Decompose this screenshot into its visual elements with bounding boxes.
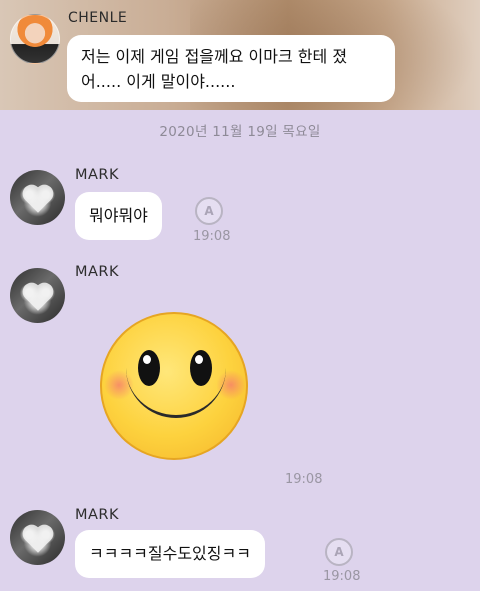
heart-hands-icon	[24, 526, 51, 553]
sender-name: MARK	[75, 264, 120, 280]
message-text-line: 저는 이제 게임 접을께요 이마크 한테 졌	[81, 47, 348, 66]
sender-name: MARK	[75, 167, 120, 183]
heart-hands-icon	[24, 284, 51, 311]
sender-name: CHENLE	[68, 10, 128, 26]
message-text-line: 어..... 이게 말이야......	[81, 72, 236, 91]
message-bubble[interactable]: 뭐야뭐야	[75, 192, 162, 240]
reaction-add-icon[interactable]: A	[195, 197, 223, 225]
heart-hands-icon	[24, 186, 51, 213]
message-bubble[interactable]: ㅋㅋㅋㅋ질수도있징ㅋㅋ	[75, 530, 265, 578]
sender-name: MARK	[75, 507, 120, 523]
avatar-mark[interactable]	[10, 170, 65, 225]
reaction-add-icon[interactable]: A	[325, 538, 353, 566]
message-time: 19:08	[193, 229, 231, 244]
avatar-chenle[interactable]	[10, 14, 60, 64]
message-bubble[interactable]: 저는 이제 게임 접을께요 이마크 한테 졌 어..... 이게 말이야....…	[67, 35, 395, 102]
avatar-mark[interactable]	[10, 268, 65, 323]
pinned-message-banner[interactable]: CHENLE 저는 이제 게임 접을께요 이마크 한테 졌 어..... 이게 …	[0, 0, 480, 110]
smile-mouth	[126, 356, 226, 418]
message-time: 19:08	[285, 472, 323, 487]
avatar-mark[interactable]	[10, 510, 65, 565]
smiling-face-emoticon[interactable]	[100, 312, 248, 460]
message-time: 19:08	[323, 569, 361, 584]
date-divider: 2020년 11월 19일 목요일	[159, 124, 321, 140]
